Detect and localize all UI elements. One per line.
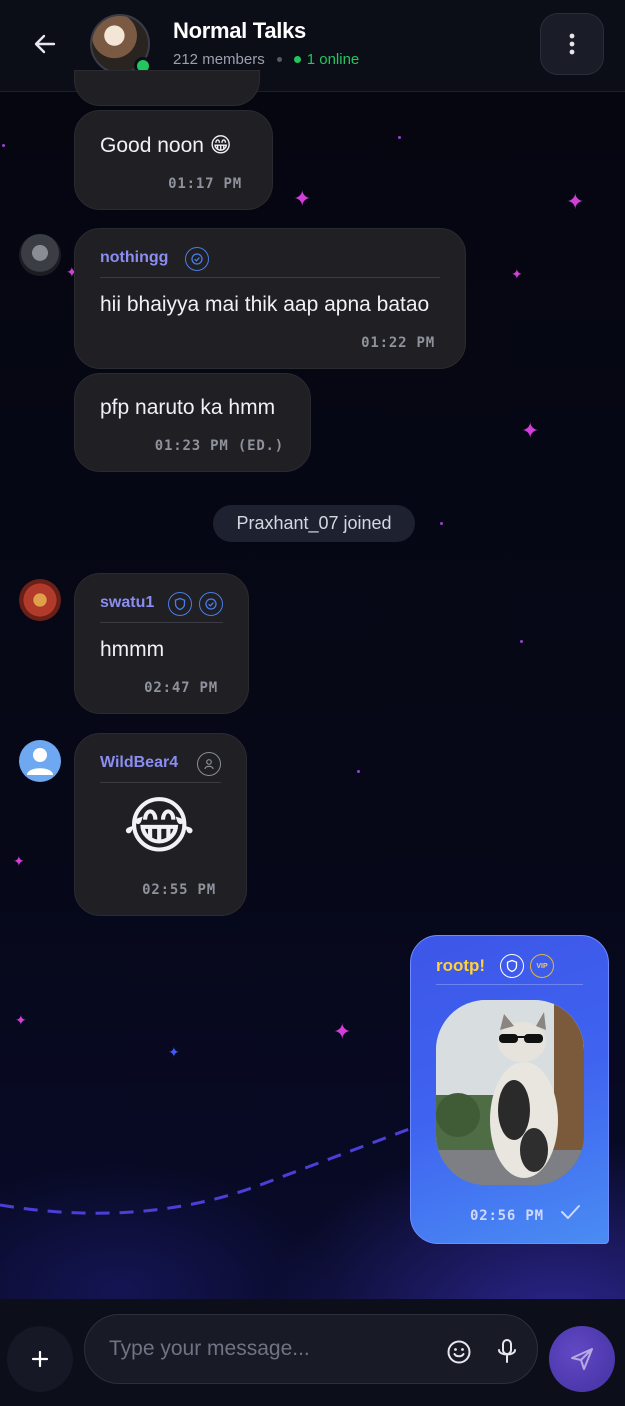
message-bubble[interactable]: Good noon 😁 01:17 PM: [74, 110, 273, 210]
message-text: Good noon 😁: [100, 134, 232, 157]
message-text: hii bhaiyya mai thik aap apna batao: [100, 293, 430, 316]
arrow-left-icon: [34, 34, 56, 54]
sparkle-decoration: ✦: [13, 854, 25, 870]
message-text: pfp naruto ka hmm: [100, 396, 276, 419]
vip-badge-label: VIP: [536, 962, 548, 970]
star-dot: [520, 640, 523, 643]
sparkle-decoration: ✦: [333, 1020, 352, 1045]
sparkle-decoration: ✦: [168, 1045, 180, 1061]
group-subtitle: 212 members 1 online: [173, 51, 359, 68]
sender-name[interactable]: rootp!: [436, 956, 485, 976]
emoji-icon[interactable]: [446, 1339, 472, 1365]
message-bubble[interactable]: swatu1 hmmm 02:47 PM: [74, 573, 249, 714]
group-title[interactable]: Normal Talks: [173, 18, 306, 44]
kebab-menu-icon: [569, 33, 575, 55]
divider: [100, 622, 223, 623]
divider: [100, 277, 440, 278]
system-join-notice: Praxhant_07 joined: [213, 505, 415, 542]
divider: [100, 782, 221, 783]
message-time: 02:56 PM: [470, 1208, 544, 1224]
shield-badge-icon: [500, 954, 524, 978]
member-count: 212 members: [173, 51, 265, 68]
more-options-button[interactable]: [540, 13, 604, 75]
microphone-icon[interactable]: [495, 1338, 519, 1366]
message-bubble[interactable]: nothingg hii bhaiyya mai thik aap apna b…: [74, 228, 466, 369]
back-button[interactable]: [22, 24, 68, 64]
message-bubble-partial: [74, 70, 260, 106]
star-dot: [357, 770, 360, 773]
cat-photo-image: [436, 1000, 584, 1185]
message-time: 01:23 PM (ED.): [154, 438, 284, 454]
sender-name[interactable]: nothingg: [100, 249, 168, 267]
default-user-icon: [27, 748, 53, 775]
send-button[interactable]: [549, 1326, 615, 1392]
shared-image[interactable]: [436, 1000, 584, 1185]
sparkle-decoration: ✦: [293, 187, 312, 212]
online-count: 1 online: [306, 51, 360, 68]
online-indicator-icon: [293, 56, 301, 63]
shield-badge-icon: [168, 592, 192, 616]
sparkle-decoration: ✦: [521, 419, 540, 444]
star-dot: [440, 522, 443, 525]
user-badge-icon: [197, 752, 221, 776]
sparkle-decoration: ✦: [566, 190, 585, 215]
sender-name[interactable]: swatu1: [100, 594, 154, 612]
star-dot: [398, 136, 401, 139]
message-text: hmmm: [100, 638, 165, 661]
sent-check-icon: [561, 1205, 580, 1219]
user-avatar-swatu1[interactable]: [19, 579, 61, 621]
star-dot: [2, 144, 5, 147]
own-message-bubble[interactable]: rootp! VIP 02:56 PM: [410, 935, 609, 1244]
plus-icon: [31, 1350, 49, 1368]
sparkle-decoration: ✦: [511, 267, 523, 283]
verified-badge-icon: [199, 592, 223, 616]
verified-badge-icon: [185, 247, 209, 271]
vip-badge-icon: VIP: [530, 954, 554, 978]
message-input[interactable]: [109, 1331, 429, 1367]
attach-button[interactable]: [7, 1326, 73, 1392]
user-avatar-nothingg[interactable]: [19, 234, 61, 276]
emoji-message: 😂: [123, 789, 196, 862]
message-bubble[interactable]: WildBear4 😂 02:55 PM: [74, 733, 247, 916]
divider: [436, 984, 583, 985]
separator-dot: [276, 57, 282, 62]
user-avatar-wildbear4[interactable]: [19, 740, 61, 782]
message-time: 02:47 PM: [144, 680, 218, 696]
sparkle-decoration: ✦: [15, 1013, 27, 1029]
message-input-wrapper: [84, 1314, 538, 1384]
message-time: 02:55 PM: [142, 882, 216, 898]
sender-name[interactable]: WildBear4: [100, 754, 178, 772]
dashed-wave-decoration: [0, 1123, 420, 1215]
message-time: 01:22 PM: [361, 335, 435, 351]
message-bubble[interactable]: pfp naruto ka hmm 01:23 PM (ED.): [74, 373, 311, 472]
send-icon: [571, 1348, 593, 1370]
message-time: 01:17 PM: [168, 176, 242, 192]
